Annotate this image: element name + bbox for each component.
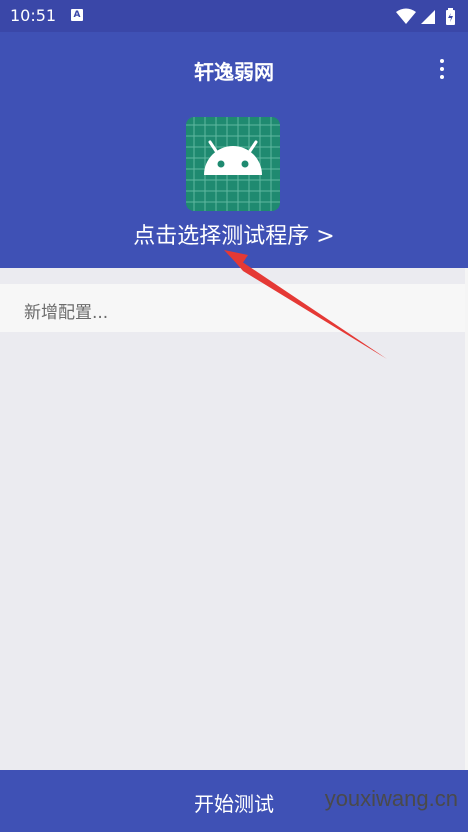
status-time: 10:51 <box>10 6 57 25</box>
app-header: 轩逸弱网 点击选择测试程序 > <box>0 32 468 268</box>
wifi-icon <box>396 8 416 24</box>
add-config-item[interactable]: 新增配置... <box>0 284 466 332</box>
app-title: 轩逸弱网 <box>194 60 274 84</box>
more-dot <box>440 67 444 71</box>
status-icons <box>396 8 455 25</box>
add-config-label: 新增配置... <box>24 303 109 323</box>
watermark: youxiwang.cn <box>324 786 458 811</box>
more-dot <box>440 75 444 79</box>
signal-icon <box>421 10 435 24</box>
battery-icon <box>446 8 455 25</box>
notification-icon: A <box>71 9 83 21</box>
status-bar: 10:51 A <box>0 0 468 32</box>
select-test-app-link[interactable]: 点击选择测试程序 > <box>0 218 468 250</box>
more-vert-icon <box>440 59 444 63</box>
android-icon[interactable] <box>186 117 280 211</box>
more-options-button[interactable] <box>430 54 454 84</box>
